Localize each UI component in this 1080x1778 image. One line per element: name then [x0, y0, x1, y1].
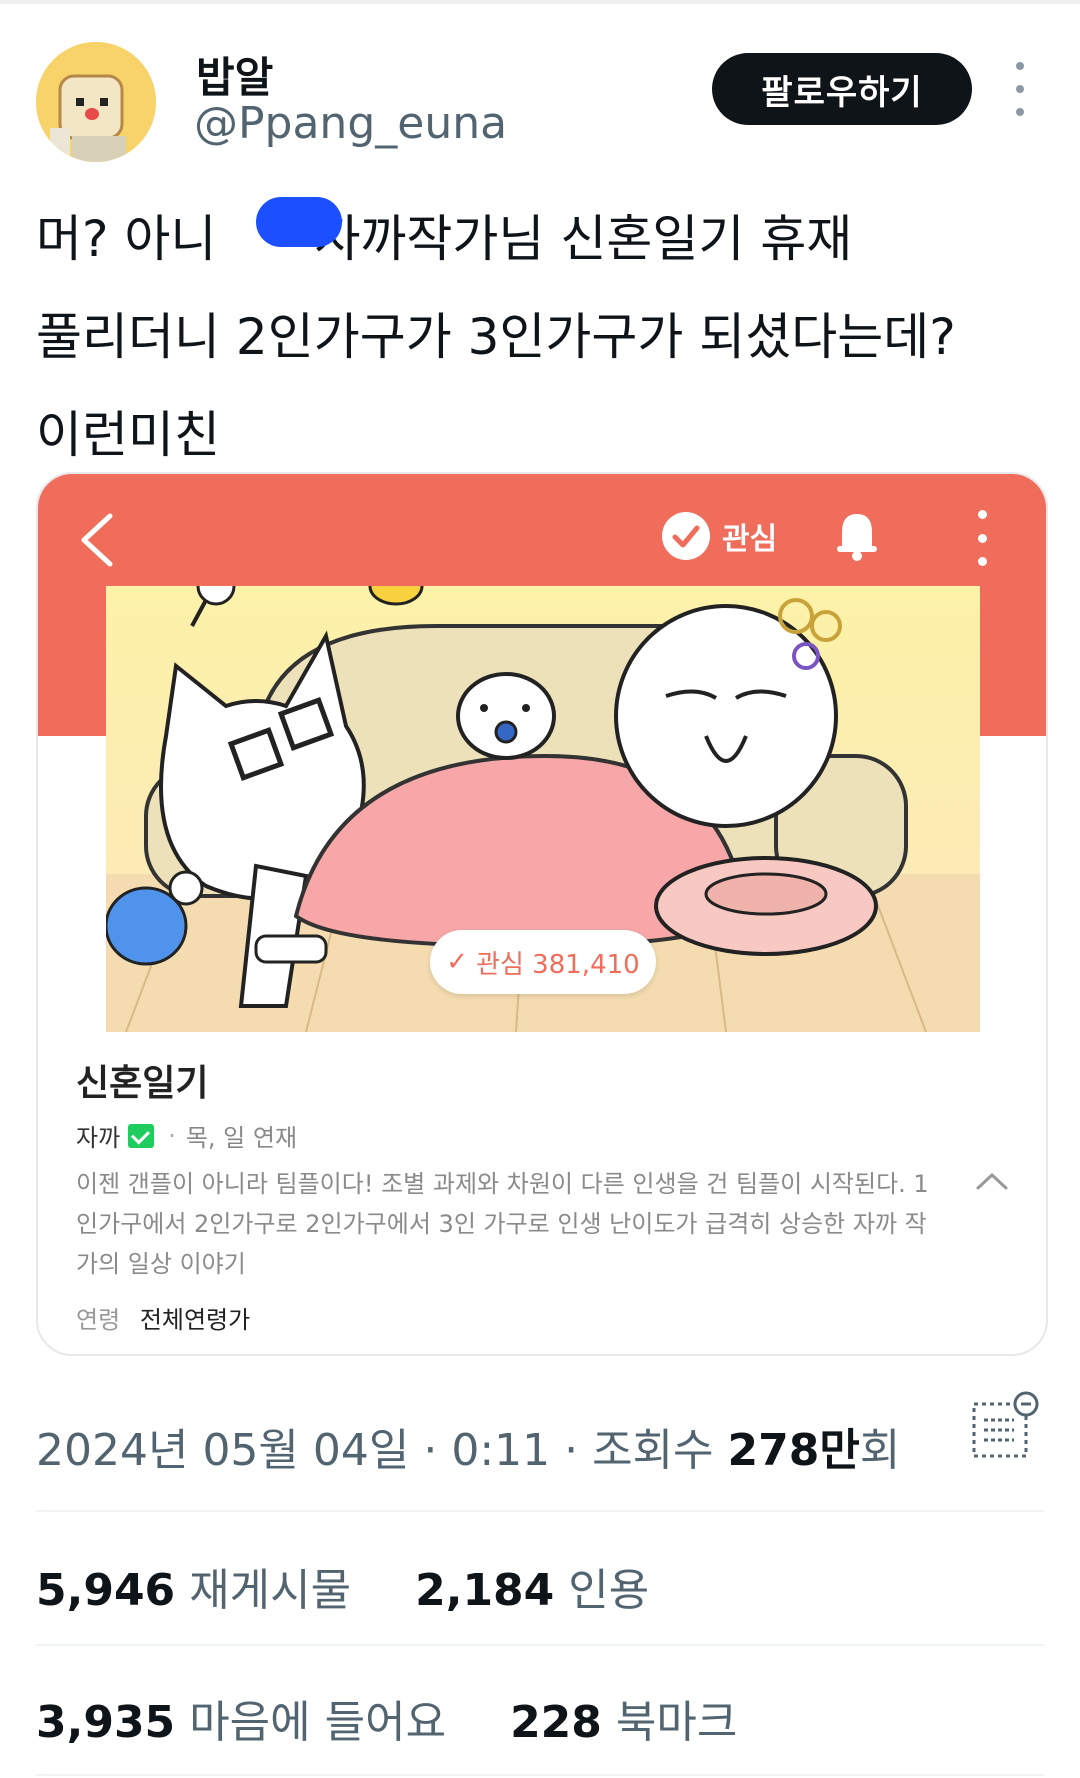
check-icon: ✓: [446, 947, 469, 977]
tweet-line1-end: 자까작가님 신혼일기 휴재: [314, 210, 853, 268]
webtoon-schedule: 목, 일 연재: [185, 1124, 298, 1152]
card-more-icon: [976, 510, 988, 566]
webtoon-author: 자까: [76, 1124, 121, 1152]
like-label[interactable]: 마음에 들어요: [189, 1697, 446, 1748]
back-icon: [81, 513, 113, 567]
tweet-text: 머? 아니 자까작가님 신혼일기 휴재 풀리더니 2인가구가 3인가구가 되셨다는…: [36, 190, 1046, 484]
webtoon-description: 이젠 갠플이 아니라 팀플이다! 조별 과제와 차원이 다른 인생을 건 팀플이…: [76, 1170, 929, 1278]
view-suffix: 회: [859, 1425, 901, 1476]
bell-icon: [837, 514, 877, 561]
view-count: 278만: [727, 1425, 860, 1476]
post-date: 2024년 05월 04일 · 0:11 · 조회수: [36, 1425, 728, 1476]
author-name[interactable]: 밥알: [196, 44, 273, 105]
fav-label: 관심: [722, 522, 778, 557]
retweet-label[interactable]: 재게시물: [189, 1565, 351, 1616]
like-count[interactable]: 3,935: [36, 1697, 175, 1748]
quote-count[interactable]: 2,184: [415, 1565, 554, 1616]
post-timestamp: 2024년 05월 04일 · 0:11 · 조회수 278만회: [36, 1414, 900, 1478]
webtoon-meta: 자까 · 목, 일 연재: [76, 1118, 297, 1153]
quote-label[interactable]: 인용: [568, 1565, 649, 1616]
webtoon-title: 신혼일기: [76, 1063, 209, 1104]
age-label: 연령: [76, 1306, 121, 1334]
bookmark-label[interactable]: 북마크: [616, 1697, 737, 1748]
divider: [36, 1510, 1044, 1512]
more-options-icon[interactable]: [1008, 62, 1032, 116]
tweet-line1-start: 머? 아니: [36, 210, 217, 268]
webtoon-card-image[interactable]: 관심 ✓ 관심 381,410 신혼일기 자까 · 목, 일 연재 이젠 갠플이…: [36, 472, 1048, 1356]
bookmark-count[interactable]: 228: [510, 1697, 602, 1748]
divider: [36, 1644, 1044, 1646]
collapse-chevron-icon: [976, 1173, 1008, 1190]
favorite-count-pill: ✓ 관심 381,410: [430, 930, 656, 994]
check-circle-icon: [662, 512, 710, 560]
retweet-count[interactable]: 5,946: [36, 1565, 175, 1616]
author-handle[interactable]: @Ppang_euna: [194, 98, 507, 149]
favorite-count: 관심 381,410: [476, 949, 640, 980]
tweet-line3: 이런미친: [36, 406, 220, 464]
divider: [36, 1774, 1044, 1776]
top-divider: [0, 0, 1080, 4]
separator-dot: ·: [168, 1121, 176, 1150]
verified-badge-icon: [128, 1123, 155, 1148]
redaction-scribble: [256, 197, 342, 247]
age-value: 전체연령가: [139, 1306, 251, 1334]
stats-row-1: 5,946 재게시물 2,184 인용: [36, 1554, 649, 1618]
follow-button[interactable]: 팔로우하기: [712, 53, 972, 125]
avatar[interactable]: [36, 42, 156, 162]
tweet-line2: 풀리더니 2인가구가 3인가구가 되셨다는데?: [36, 308, 956, 366]
stats-row-2: 3,935 마음에 들어요 228 북마크: [36, 1686, 737, 1750]
age-rating: 연령 전체연령가: [76, 1300, 250, 1335]
analytics-icon[interactable]: [970, 1390, 1040, 1462]
